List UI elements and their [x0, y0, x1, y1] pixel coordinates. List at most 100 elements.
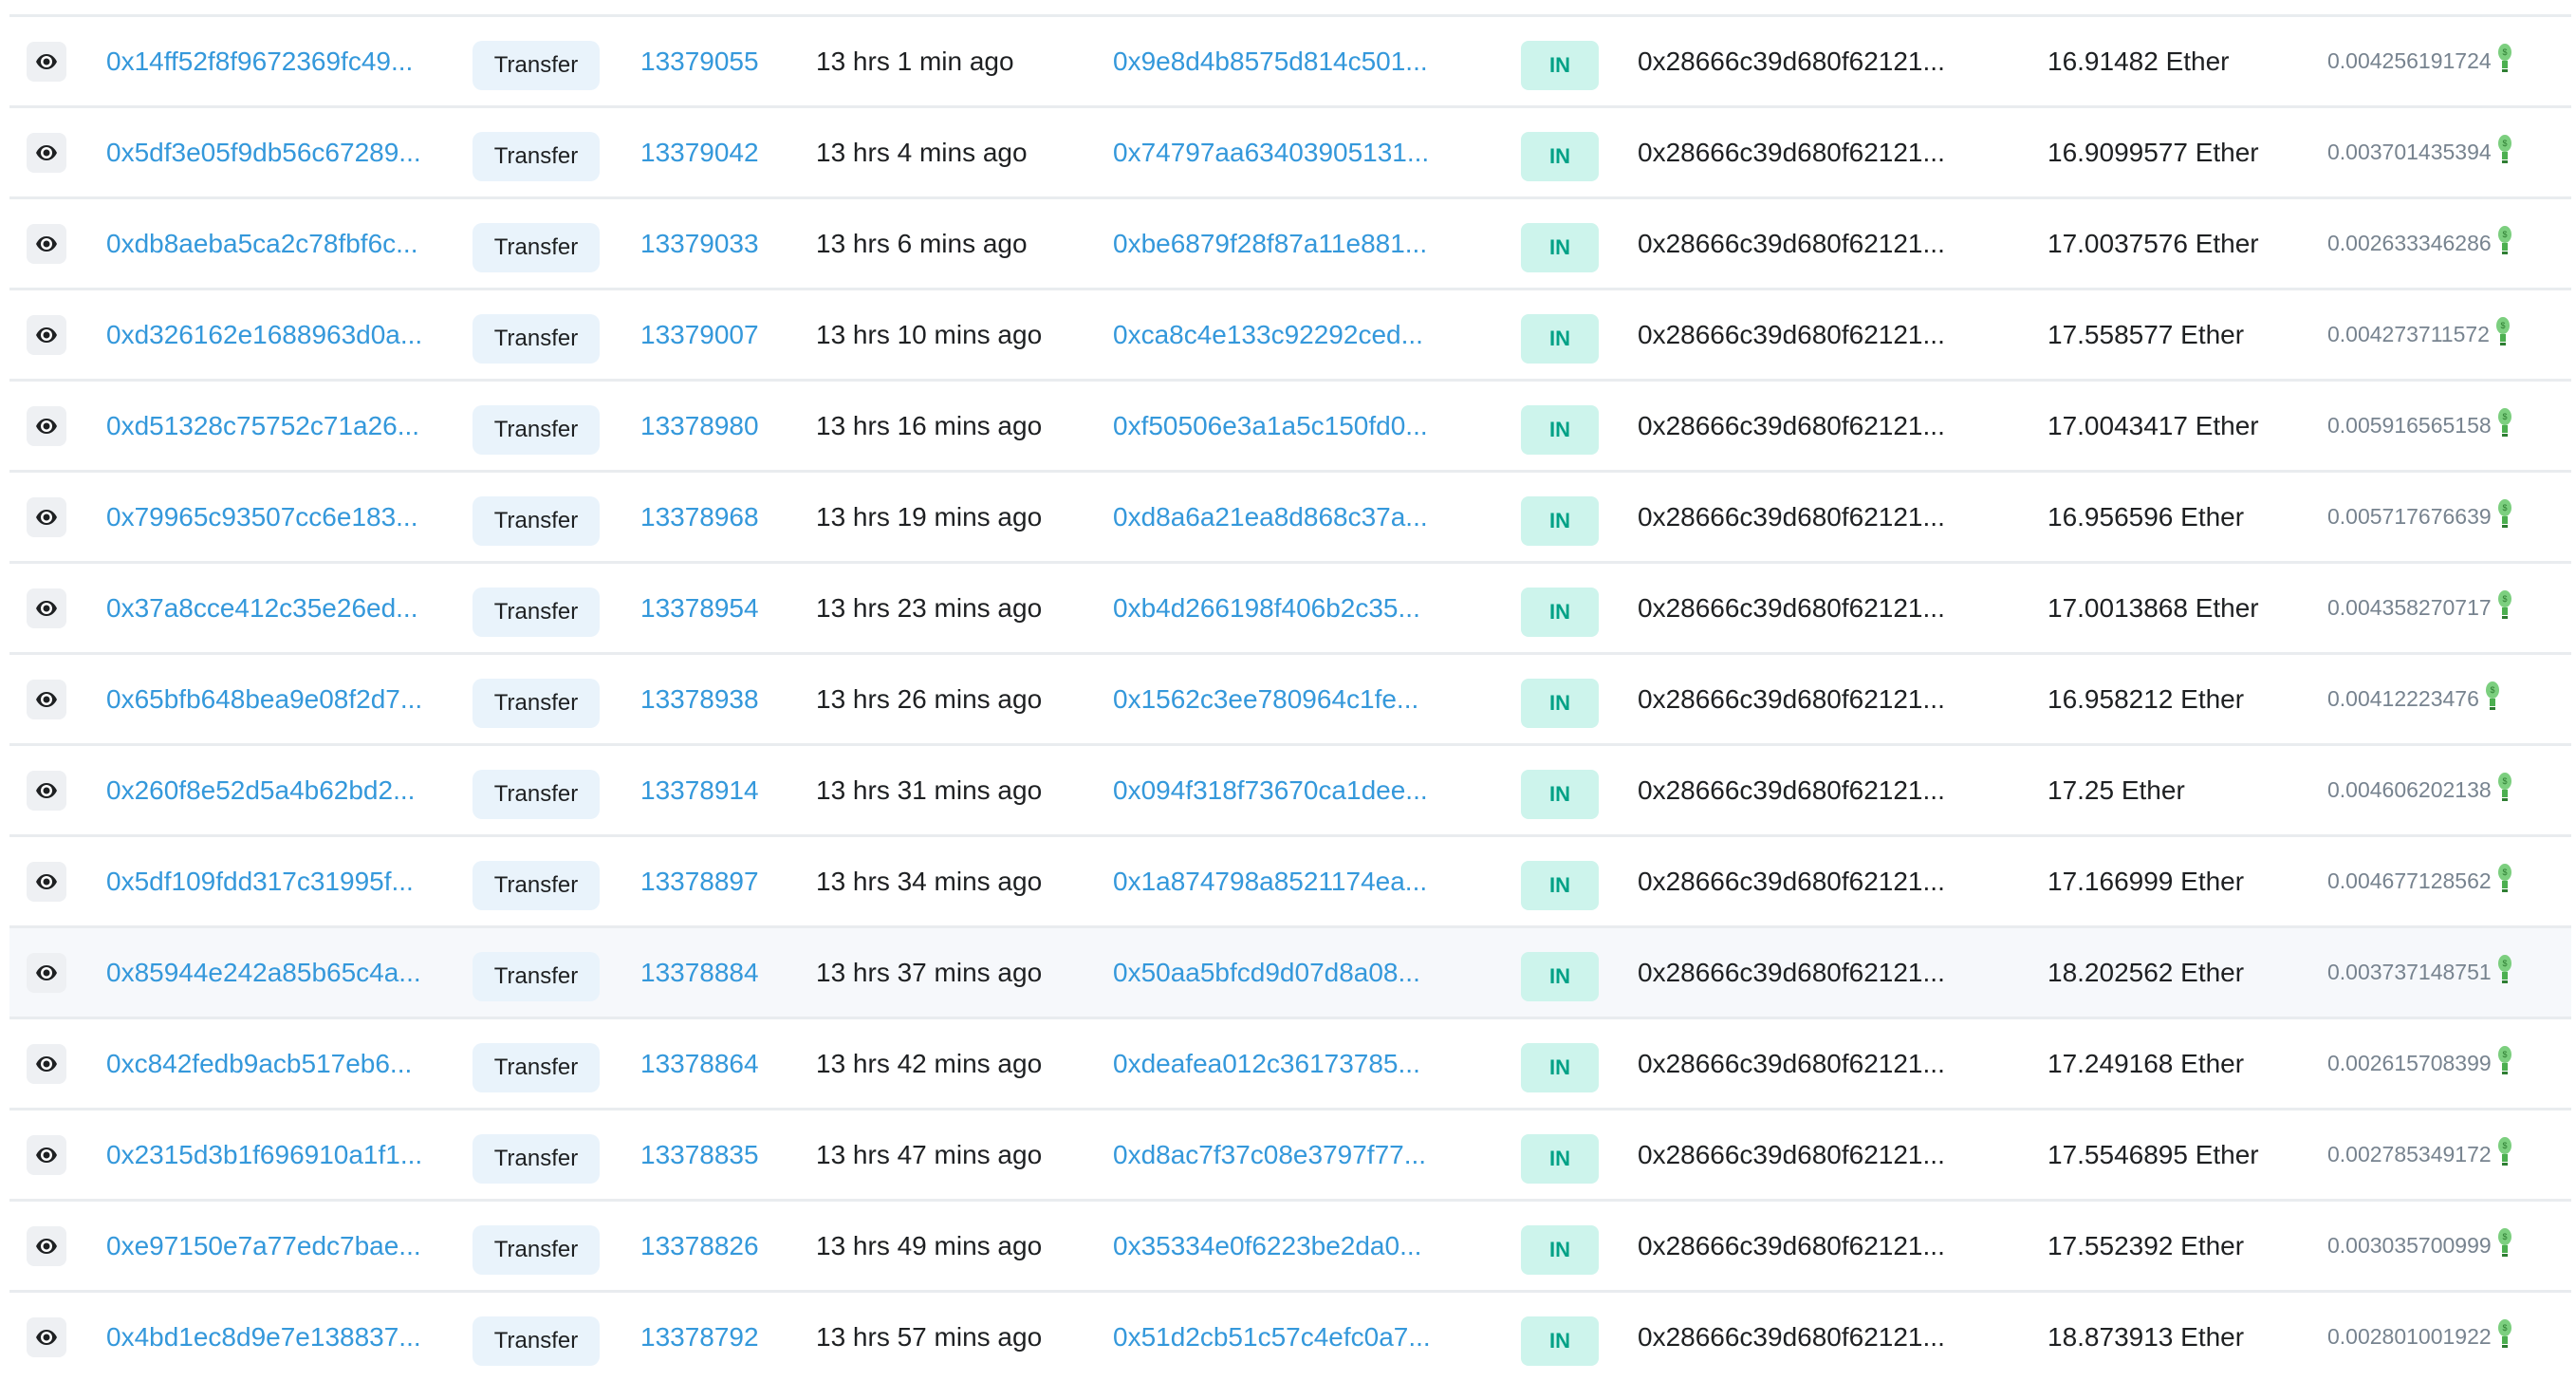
from-address-link[interactable]: 0x1a874798a8521174ea...	[1113, 837, 1427, 925]
svg-text:$: $	[2490, 685, 2494, 695]
to-address: 0x28666c39d680f62121...	[1638, 957, 1945, 987]
gas-price-icon[interactable]: $	[2497, 43, 2512, 72]
block-link[interactable]: 13378954	[640, 564, 759, 652]
block-link[interactable]: 13379042	[640, 108, 759, 196]
from-address-link[interactable]: 0x35334e0f6223be2da0...	[1113, 1202, 1421, 1290]
gas-price-icon[interactable]: $	[2497, 134, 2512, 163]
tx-hash-link[interactable]: 0xd326162e1688963d0a...	[106, 290, 422, 379]
block-link[interactable]: 13378980	[640, 382, 759, 470]
tx-hash-link[interactable]: 0xe97150e7a77edc7bae...	[106, 1202, 421, 1290]
view-details-button[interactable]	[27, 41, 66, 82]
tx-hash-link[interactable]: 0x5df3e05f9db56c67289...	[106, 108, 421, 196]
view-details-button[interactable]	[27, 952, 66, 993]
from-address-link[interactable]: 0xca8c4e133c92292ced...	[1113, 290, 1423, 379]
tx-hash-link[interactable]: 0xdb8aeba5ca2c78fbf6c...	[106, 199, 417, 288]
block-link[interactable]: 13379033	[640, 199, 759, 288]
tx-hash-link[interactable]: 0x260f8e52d5a4b62bd2...	[106, 746, 415, 834]
tx-hash-link[interactable]: 0x65bfb648bea9e08f2d7...	[106, 655, 422, 743]
from-address-link[interactable]: 0x1562c3ee780964c1fe...	[1113, 655, 1418, 743]
svg-text:$: $	[2502, 139, 2507, 148]
from-address-link[interactable]: 0xd8a6a21ea8d868c37a...	[1113, 473, 1428, 561]
view-details-button[interactable]	[27, 405, 66, 446]
to-address: 0x28666c39d680f62121...	[1638, 319, 1945, 349]
gas-price-icon[interactable]: $	[2497, 1318, 2512, 1348]
eye-icon	[36, 53, 57, 69]
direction-badge: IN	[1521, 40, 1599, 90]
tx-hash-link[interactable]: 0xc842fedb9acb517eb6...	[106, 1019, 412, 1108]
tx-hash-link[interactable]: 0x5df109fdd317c31995f...	[106, 837, 414, 925]
method-badge: Transfer	[473, 1224, 600, 1275]
gas-price-icon[interactable]: $	[2495, 316, 2511, 345]
from-address-link[interactable]: 0xbe6879f28f87a11e881...	[1113, 199, 1427, 288]
from-address-link[interactable]: 0x74797aa63403905131...	[1113, 108, 1429, 196]
eye-icon	[36, 1238, 57, 1254]
gas-price-icon[interactable]: $	[2497, 954, 2512, 983]
from-address-link[interactable]: 0x51d2cb51c57c4efc0a7...	[1113, 1293, 1431, 1381]
svg-text:$: $	[2502, 503, 2507, 513]
tx-hash-link[interactable]: 0x37a8cce412c35e26ed...	[106, 564, 418, 652]
block-link[interactable]: 13378914	[640, 746, 759, 834]
block-link[interactable]: 13378826	[640, 1202, 759, 1290]
block-link[interactable]: 13379055	[640, 17, 759, 105]
view-details-button[interactable]	[27, 223, 66, 264]
block-link[interactable]: 13378835	[640, 1110, 759, 1199]
value: 18.202562 Ether	[2048, 957, 2245, 987]
view-details-button[interactable]	[27, 132, 66, 173]
from-address-link[interactable]: 0xf50506e3a1a5c150fd0...	[1113, 382, 1428, 470]
view-details-button[interactable]	[27, 1043, 66, 1084]
from-address-link[interactable]: 0x094f318f73670ca1dee...	[1113, 746, 1428, 834]
from-address-link[interactable]: 0xd8ac7f37c08e3797f77...	[1113, 1110, 1426, 1199]
gas-price-icon[interactable]: $	[2485, 681, 2500, 710]
block-link[interactable]: 13378897	[640, 837, 759, 925]
view-details-button[interactable]	[27, 1225, 66, 1266]
view-details-button[interactable]	[27, 314, 66, 355]
method-badge: Transfer	[473, 495, 600, 546]
view-details-button[interactable]	[27, 770, 66, 811]
from-address-link[interactable]: 0xdeafea012c36173785...	[1113, 1019, 1420, 1108]
gas-price-icon[interactable]: $	[2497, 1136, 2512, 1166]
block-link[interactable]: 13378968	[640, 473, 759, 561]
value: 17.0037576 Ether	[2048, 228, 2259, 258]
age: 13 hrs 31 mins ago	[816, 774, 1043, 805]
block-link[interactable]: 13378864	[640, 1019, 759, 1108]
gas-price-icon[interactable]: $	[2497, 498, 2512, 528]
view-details-button[interactable]	[27, 861, 66, 902]
gas-price-icon[interactable]: $	[2497, 225, 2512, 254]
to-address: 0x28666c39d680f62121...	[1638, 592, 1945, 623]
block-link[interactable]: 13378792	[640, 1293, 759, 1381]
view-details-button[interactable]	[27, 1134, 66, 1175]
txn-fee: 0.002633346286	[2327, 231, 2492, 255]
view-details-button[interactable]	[27, 496, 66, 537]
gas-price-icon[interactable]: $	[2497, 1045, 2512, 1074]
svg-text:$: $	[2502, 776, 2507, 786]
from-address-link[interactable]: 0xb4d266198f406b2c35...	[1113, 564, 1420, 652]
view-details-button[interactable]	[27, 588, 66, 628]
age: 13 hrs 37 mins ago	[816, 957, 1043, 987]
eye-icon	[36, 1329, 57, 1345]
gas-price-icon[interactable]: $	[2497, 772, 2512, 801]
block-link[interactable]: 13379007	[640, 290, 759, 379]
to-address: 0x28666c39d680f62121...	[1638, 1139, 1945, 1169]
tx-hash-link[interactable]: 0xd51328c75752c71a26...	[106, 382, 419, 470]
value: 17.552392 Ether	[2048, 1230, 2245, 1260]
tx-hash-link[interactable]: 0x14ff52f8f9672369fc49...	[106, 17, 413, 105]
gas-price-icon[interactable]: $	[2497, 407, 2512, 437]
from-address-link[interactable]: 0x9e8d4b8575d814c501...	[1113, 17, 1428, 105]
block-link[interactable]: 13378884	[640, 928, 759, 1017]
tx-hash-link[interactable]: 0x4bd1ec8d9e7e138837...	[106, 1293, 421, 1381]
tx-hash-link[interactable]: 0x85944e242a85b65c4a...	[106, 928, 421, 1017]
view-details-button[interactable]	[27, 679, 66, 719]
direction-badge: IN	[1521, 404, 1599, 455]
eye-icon	[36, 418, 57, 434]
tx-hash-link[interactable]: 0x79965c93507cc6e183...	[106, 473, 418, 561]
value: 17.0043417 Ether	[2048, 410, 2259, 440]
view-details-button[interactable]	[27, 1316, 66, 1357]
gas-price-icon[interactable]: $	[2497, 863, 2512, 892]
block-link[interactable]: 13378938	[640, 655, 759, 743]
from-address-link[interactable]: 0x50aa5bfcd9d07d8a08...	[1113, 928, 1420, 1017]
gas-price-icon[interactable]: $	[2497, 589, 2512, 619]
tx-hash-link[interactable]: 0x2315d3b1f696910a1f1...	[106, 1110, 422, 1199]
table-row: 0x5df3e05f9db56c67289... Transfer 133790…	[9, 105, 2571, 196]
table-row: 0xd326162e1688963d0a... Transfer 1337900…	[9, 288, 2571, 379]
gas-price-icon[interactable]: $	[2497, 1227, 2512, 1257]
